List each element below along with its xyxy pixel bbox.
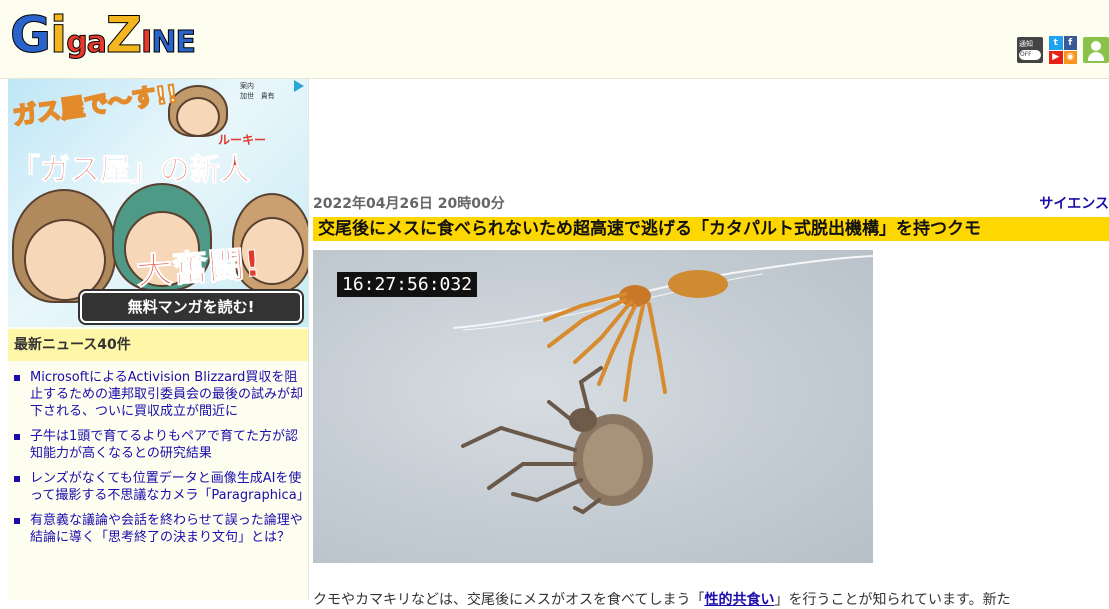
article: 2022年04月26日 20時00分 サイエンス 交尾後にメスに食べられないため… [313, 79, 1109, 608]
ad-name-1: 加世 [240, 92, 254, 100]
notification-label: 通知 [1019, 40, 1033, 48]
latest-news-heading: 最新ニュース40件 [8, 329, 308, 361]
facebook-icon[interactable]: f [1063, 36, 1077, 50]
video-timestamp: 16:27:56:032 [337, 272, 478, 297]
article-photo[interactable]: 16:27:56:032 [313, 250, 873, 563]
logo-letter-e: E [175, 25, 196, 61]
ad-name-2: 貴有 [260, 92, 275, 100]
list-item: MicrosoftによるActivision Blizzard買収を阻止するため… [8, 369, 308, 420]
article-category-link[interactable]: サイエンス [1039, 193, 1109, 213]
article-meta: 2022年04月26日 20時00分 サイエンス [313, 193, 1109, 213]
logo-letter-n: N [151, 25, 177, 61]
ad-character-names: 案内 加世 貴有 [240, 81, 300, 101]
article-date: 2022年04月26日 20時00分 [313, 196, 505, 212]
sidebar: ガス屋で〜す!! ルーキー 「ガス屋」の新人 大奮闘! 案内 加世 貴有 無料マ… [8, 79, 310, 600]
notification-state: OFF [1020, 51, 1032, 58]
user-account-icon[interactable] [1083, 37, 1109, 63]
social-links: t f ▶ ◉ [1049, 36, 1077, 64]
ad-small-label: 案内 [240, 82, 254, 90]
logo-letters-ga: ga [66, 25, 108, 61]
ad-headline: 「ガス屋」の新人 [10, 153, 251, 189]
news-link[interactable]: レンズがなくても位置データと画像生成AIを使って撮影する不思議なカメラ「Para… [30, 471, 310, 503]
logo-letter-z: Z [105, 6, 142, 65]
article-title: 交尾後にメスに食べられないため超高速で逃げる「カタパルト式脱出機構」を持つクモ [313, 217, 1109, 241]
latest-news-list: MicrosoftによるActivision Blizzard買収を阻止するため… [8, 369, 310, 554]
ad-big-text: 大奮闘! [134, 243, 262, 294]
header-icons: 通知 OFF t f ▶ ◉ [1017, 36, 1109, 64]
ad-choices-icon[interactable] [292, 79, 306, 93]
logo-letter-i2: I [141, 25, 153, 61]
body-text-end: 」を行うことが知られています。新た [774, 592, 1011, 608]
logo-letter-i: i [50, 6, 68, 65]
logo-letter-g: G [9, 6, 51, 65]
article-body: クモやカマキリなどは、交尾後にメスがオスを食べてしまう「性的共食い」を行うことが… [313, 589, 1109, 609]
list-item: 有意義な議論や会話を終わらせて誤った論理や結論に導く「思考終了の決まり文句」とは… [8, 512, 308, 546]
manga-ad-banner[interactable]: ガス屋で〜す!! ルーキー 「ガス屋」の新人 大奮闘! 案内 加世 貴有 無料マ… [8, 79, 308, 327]
youtube-icon[interactable]: ▶ [1049, 50, 1063, 64]
notification-toggle[interactable]: 通知 OFF [1017, 37, 1043, 63]
site-logo[interactable]: GigaZINE [9, 6, 196, 65]
body-text-start: クモやカマキリなどは、交尾後にメスがオスを食べてしまう「 [313, 592, 705, 608]
news-link[interactable]: 有意義な議論や会話を終わらせて誤った論理や結論に導く「思考終了の決まり文句」とは… [30, 513, 303, 545]
site-header: GigaZINE 通知 OFF t f ▶ ◉ [0, 0, 1109, 79]
list-item: レンズがなくても位置データと画像生成AIを使って撮影する不思議なカメラ「Para… [8, 470, 310, 504]
body-link[interactable]: 性的共食い [704, 592, 774, 608]
twitter-icon[interactable]: t [1049, 36, 1063, 50]
list-item: 子牛は1頭で育てるよりもペアで育てた方が認知能力が高くなるとの研究結果 [8, 428, 308, 462]
news-link[interactable]: MicrosoftによるActivision Blizzard買収を阻止するため… [30, 370, 303, 419]
toggle-switch-icon: OFF [1019, 50, 1041, 60]
news-link[interactable]: 子牛は1頭で育てるよりもペアで育てた方が認知能力が高くなるとの研究結果 [30, 429, 298, 461]
read-manga-button[interactable]: 無料マンガを読む! [80, 291, 302, 323]
rss-icon[interactable]: ◉ [1063, 50, 1077, 64]
